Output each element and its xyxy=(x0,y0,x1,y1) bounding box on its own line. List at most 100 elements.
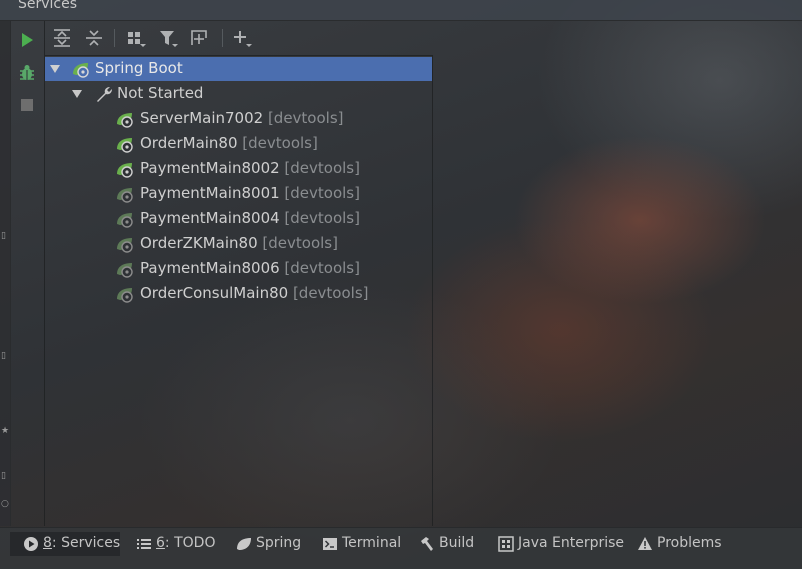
filter-icon xyxy=(160,31,178,47)
spring-boot-app-icon xyxy=(117,238,133,253)
tab-java-enterprise[interactable]: Java Enterprise xyxy=(492,532,624,556)
group-by-button[interactable] xyxy=(125,27,147,49)
service-item[interactable]: OrderConsulMain80 [devtools] xyxy=(45,282,432,306)
service-item[interactable]: PaymentMain8006 [devtools] xyxy=(45,257,432,281)
toolbar-separator xyxy=(114,29,115,47)
service-item[interactable]: ServerMain7002 [devtools] xyxy=(45,107,432,131)
tab-label: Problems xyxy=(657,535,722,551)
service-item[interactable]: PaymentMain8001 [devtools] xyxy=(45,182,432,206)
service-name: PaymentMain8004 xyxy=(140,209,280,227)
web-globe-icon[interactable]: ○ xyxy=(1,499,9,509)
service-item-label: PaymentMain8001 [devtools] xyxy=(140,184,360,202)
service-tag: [devtools] xyxy=(288,284,369,302)
debug-button[interactable] xyxy=(17,63,37,83)
spring-leaf-icon xyxy=(237,538,251,550)
service-item-label: OrderZKMain80 [devtools] xyxy=(140,234,338,252)
list-icon xyxy=(137,539,151,549)
expanded-arrow-icon xyxy=(50,65,60,73)
group-by-icon xyxy=(128,32,146,47)
tab-label: Terminal xyxy=(342,535,401,551)
service-name: OrderZKMain80 xyxy=(140,234,258,252)
service-tag: [devtools] xyxy=(263,109,344,127)
favorites-star-icon[interactable]: ★ xyxy=(1,426,9,436)
tab-problems[interactable]: Problems xyxy=(631,532,726,556)
spring-boot-icon xyxy=(73,63,89,78)
spring-boot-app-icon xyxy=(117,138,133,153)
terminal-icon xyxy=(323,538,337,550)
service-tag: [devtools] xyxy=(279,209,360,227)
services-tree: Spring Boot Not Started ServerMain7002 [… xyxy=(45,56,433,526)
service-item[interactable]: PaymentMain8002 [devtools] xyxy=(45,157,432,181)
spring-boot-app-icon xyxy=(117,213,133,228)
spring-boot-app-icon xyxy=(117,113,133,128)
tab-label: Java Enterprise xyxy=(518,535,624,551)
spring-boot-app-icon xyxy=(117,163,133,178)
tab-title: : Services xyxy=(51,535,121,551)
debug-bug-icon xyxy=(20,65,34,80)
play-circle-icon xyxy=(24,537,38,551)
expand-all-icon xyxy=(54,29,70,47)
expand-all-button[interactable] xyxy=(51,27,73,49)
tab-services[interactable]: 8: Services xyxy=(10,532,120,556)
tab-build[interactable]: Build xyxy=(413,532,483,556)
service-tag: [devtools] xyxy=(237,134,318,152)
tab-title: : TODO xyxy=(164,535,216,551)
run-icon xyxy=(22,33,33,47)
service-item-label: OrderMain80 [devtools] xyxy=(140,134,318,152)
web-strip-icon[interactable]: ▯ xyxy=(1,471,9,481)
tab-title: Java Enterprise xyxy=(518,535,625,551)
expanded-arrow-icon xyxy=(72,90,82,98)
bottom-tool-window-bar: 8: Services 6: TODO Spring Terminal Build Jav… xyxy=(0,527,802,569)
tool-window-title-bar: Services xyxy=(0,0,802,21)
service-name: PaymentMain8001 xyxy=(140,184,280,202)
add-icon xyxy=(234,31,252,47)
stop-button[interactable] xyxy=(17,95,37,115)
tab-title: Problems xyxy=(657,535,722,551)
add-service-button[interactable] xyxy=(231,27,253,49)
not-started-label: Not Started xyxy=(117,84,204,102)
tab-todo[interactable]: 6: TODO xyxy=(130,532,220,556)
hammer-icon xyxy=(421,537,433,551)
tab-shortcut-number: 6 xyxy=(156,535,165,551)
service-item-label: PaymentMain8004 [devtools] xyxy=(140,209,360,227)
tab-label: Build xyxy=(439,535,474,551)
collapse-all-icon xyxy=(86,30,102,46)
service-name: OrderMain80 xyxy=(140,134,238,152)
open-in-new-tab-button[interactable] xyxy=(189,27,211,49)
service-item[interactable]: OrderMain80 [devtools] xyxy=(45,132,432,156)
service-item-label: PaymentMain8002 [devtools] xyxy=(140,159,360,177)
tree-node-not-started[interactable]: Not Started xyxy=(45,82,432,106)
java-enterprise-icon xyxy=(498,536,514,552)
favorites-strip-icon[interactable]: ▯ xyxy=(1,351,9,361)
spring-boot-app-icon xyxy=(117,188,133,203)
collapse-all-button[interactable] xyxy=(83,27,105,49)
tab-title: Build xyxy=(439,535,475,551)
filter-button[interactable] xyxy=(157,27,179,49)
service-item[interactable]: PaymentMain8004 [devtools] xyxy=(45,207,432,231)
wrench-icon xyxy=(97,87,112,102)
service-name: PaymentMain8002 xyxy=(140,159,280,177)
tab-shortcut-number: 8 xyxy=(43,535,52,551)
tab-terminal[interactable]: Terminal xyxy=(316,532,401,556)
structure-strip-icon[interactable]: ▯ xyxy=(1,231,9,241)
service-name: OrderConsulMain80 xyxy=(140,284,289,302)
service-tag: [devtools] xyxy=(279,159,360,177)
run-button[interactable] xyxy=(17,30,37,50)
tree-node-spring-boot[interactable]: Spring Boot xyxy=(45,57,432,81)
services-toolbar xyxy=(45,21,433,56)
tab-spring[interactable]: Spring xyxy=(230,532,305,556)
service-tag: [devtools] xyxy=(257,234,338,252)
spring-boot-app-icon xyxy=(117,288,133,303)
tab-label: Spring xyxy=(256,535,301,551)
service-name: PaymentMain8006 xyxy=(140,259,280,277)
services-action-column xyxy=(10,21,45,526)
service-tag: [devtools] xyxy=(279,259,360,277)
new-tab-icon xyxy=(191,30,207,45)
tab-title: Terminal xyxy=(342,535,402,551)
service-item[interactable]: OrderZKMain80 [devtools] xyxy=(45,232,432,256)
service-tag: [devtools] xyxy=(279,184,360,202)
spring-boot-app-icon xyxy=(117,263,133,278)
service-name: ServerMain7002 xyxy=(140,109,264,127)
spring-boot-label: Spring Boot xyxy=(95,59,183,77)
toolbar-separator xyxy=(222,29,223,47)
